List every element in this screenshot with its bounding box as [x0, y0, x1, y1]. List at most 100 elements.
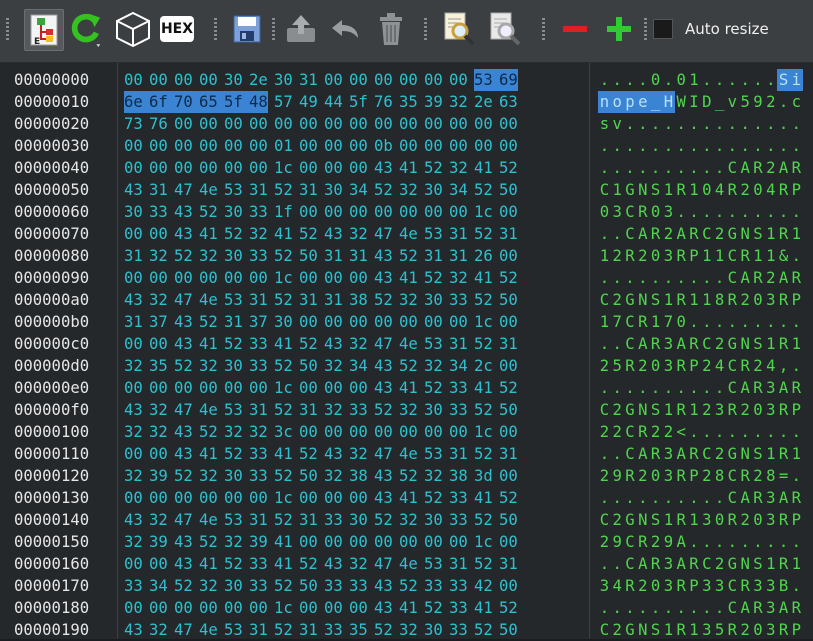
ascii-char[interactable]: . [700, 487, 713, 509]
ascii-char[interactable]: N [636, 399, 649, 421]
hex-byte[interactable]: 31 [499, 223, 518, 245]
hex-byte[interactable]: 4e [399, 553, 418, 575]
hex-byte[interactable]: 31 [299, 69, 318, 91]
hex-byte[interactable]: 00 [374, 113, 393, 135]
ascii-char[interactable]: 2 [598, 465, 611, 487]
ascii-char[interactable]: 2 [700, 465, 713, 487]
hex-byte[interactable]: 32 [124, 531, 143, 553]
hex-byte[interactable]: 00 [149, 223, 168, 245]
ascii-row[interactable]: ..........CAR3AR [598, 597, 803, 619]
hex-byte[interactable]: 00 [199, 267, 218, 289]
ascii-char[interactable]: 0 [649, 69, 662, 91]
ascii-char[interactable]: A [636, 553, 649, 575]
hex-byte[interactable]: 76 [149, 113, 168, 135]
ascii-row[interactable]: C2GNS1R130R203RP [598, 509, 803, 531]
hex-byte[interactable]: 00 [399, 113, 418, 135]
ascii-char[interactable]: R [675, 355, 688, 377]
hex-byte[interactable]: 00 [224, 377, 243, 399]
ascii-char[interactable]: 8 [713, 465, 726, 487]
hex-byte[interactable]: 00 [224, 157, 243, 179]
ascii-char[interactable]: . [739, 531, 752, 553]
hex-byte[interactable]: 32 [149, 245, 168, 267]
hex-byte[interactable]: 33 [324, 509, 343, 531]
ascii-char[interactable]: P [688, 355, 701, 377]
hex-byte[interactable]: 4e [199, 289, 218, 311]
ascii-char[interactable]: 1 [688, 179, 701, 201]
ascii-char[interactable]: . [662, 377, 675, 399]
hex-row[interactable]: 00 00 43 41 52 33 41 52 43 32 47 4e 53 3… [124, 553, 518, 575]
hex-byte[interactable]: 43 [374, 377, 393, 399]
hex-byte[interactable]: 00 [349, 69, 368, 91]
ascii-char[interactable]: 0 [649, 245, 662, 267]
hex-byte[interactable]: 33 [449, 399, 468, 421]
ascii-char[interactable]: 1 [790, 443, 803, 465]
ascii-char[interactable]: 5 [611, 355, 624, 377]
ascii-char[interactable]: . [624, 597, 637, 619]
ascii-char[interactable]: R [636, 531, 649, 553]
ascii-char[interactable]: . [700, 201, 713, 223]
ascii-char[interactable]: . [688, 377, 701, 399]
ascii-char[interactable]: A [636, 443, 649, 465]
ascii-char[interactable]: . [777, 113, 790, 135]
hex-byte[interactable]: 34 [449, 355, 468, 377]
hex-byte[interactable]: 00 [124, 377, 143, 399]
hex-byte[interactable]: 32 [349, 223, 368, 245]
hex-byte[interactable]: 32 [149, 619, 168, 641]
ascii-char[interactable]: 2 [752, 355, 765, 377]
ascii-char[interactable]: 8 [764, 465, 777, 487]
ascii-char[interactable]: R [636, 421, 649, 443]
ascii-char[interactable]: . [675, 113, 688, 135]
auto-resize-toggle[interactable]: Auto resize [653, 17, 769, 41]
ascii-char[interactable]: R [675, 179, 688, 201]
ascii-char[interactable]: . [675, 267, 688, 289]
hex-byte[interactable]: 00 [324, 135, 343, 157]
ascii-char[interactable]: . [636, 135, 649, 157]
ascii-char[interactable]: 0 [598, 201, 611, 223]
hex-byte[interactable]: 52 [274, 399, 293, 421]
ascii-char[interactable]: N [739, 443, 752, 465]
ascii-char[interactable]: R [726, 619, 739, 641]
hex-byte[interactable]: 52 [299, 223, 318, 245]
hex-byte[interactable]: 31 [449, 333, 468, 355]
hex-byte[interactable]: 52 [299, 333, 318, 355]
ascii-char[interactable]: S [752, 223, 765, 245]
hex-byte[interactable]: 53 [474, 69, 493, 91]
hex-byte[interactable]: 33 [424, 575, 443, 597]
hex-byte[interactable]: 43 [324, 223, 343, 245]
find-next-button[interactable] [486, 9, 524, 49]
ascii-char[interactable]: S [752, 553, 765, 575]
ascii-char[interactable]: R [688, 223, 701, 245]
hex-byte[interactable]: 41 [199, 443, 218, 465]
ascii-char[interactable]: C [598, 399, 611, 421]
hex-byte[interactable]: 1c [274, 597, 293, 619]
hex-byte[interactable]: 00 [349, 311, 368, 333]
ascii-char[interactable]: 1 [713, 245, 726, 267]
ascii-char[interactable]: . [713, 311, 726, 333]
ascii-char[interactable]: 3 [700, 619, 713, 641]
hex-byte[interactable]: 30 [324, 179, 343, 201]
hex-byte[interactable]: 33 [324, 619, 343, 641]
ascii-char[interactable]: C [624, 311, 637, 333]
ascii-row[interactable]: ..........CAR3AR [598, 377, 803, 399]
ascii-char[interactable]: R [649, 443, 662, 465]
ascii-char[interactable]: . [624, 113, 637, 135]
ascii-char[interactable]: . [700, 157, 713, 179]
ascii-char[interactable]: . [752, 69, 765, 91]
hex-byte[interactable]: 5f [224, 91, 243, 113]
ascii-char[interactable]: 1 [688, 399, 701, 421]
ascii-char[interactable]: . [662, 113, 675, 135]
hex-byte[interactable]: 00 [449, 113, 468, 135]
ascii-char[interactable]: . [611, 597, 624, 619]
hex-byte[interactable]: 34 [349, 355, 368, 377]
hex-byte[interactable]: 32 [399, 179, 418, 201]
ascii-char[interactable]: . [662, 157, 675, 179]
ascii-char[interactable]: 1 [790, 553, 803, 575]
ascii-row[interactable]: 03CR03.......... [598, 201, 803, 223]
ascii-char[interactable]: R [726, 289, 739, 311]
hex-byte[interactable]: 43 [374, 575, 393, 597]
hex-byte[interactable]: 33 [249, 443, 268, 465]
ascii-char[interactable]: . [598, 553, 611, 575]
ascii-char[interactable]: C [726, 377, 739, 399]
ascii-char[interactable]: R [777, 289, 790, 311]
hex-byte[interactable]: 33 [449, 509, 468, 531]
